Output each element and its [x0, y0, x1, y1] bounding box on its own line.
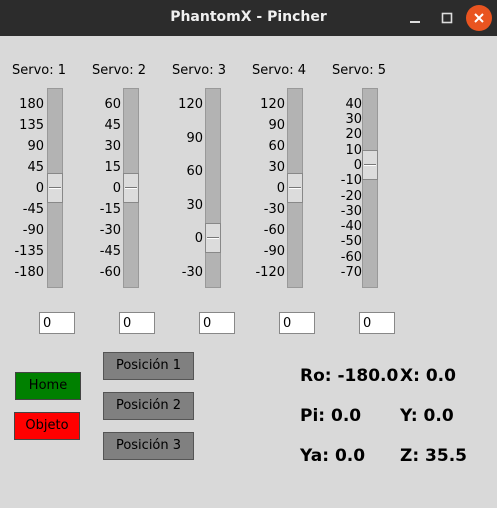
servo-1-label: Servo: 1 — [12, 63, 67, 78]
servo-5-tick: 10 — [345, 143, 362, 158]
servo-5-tick: 40 — [345, 97, 362, 112]
servo-2-tick: 60 — [104, 97, 121, 112]
x-readout: X: 0.0 — [400, 366, 456, 386]
servo-5-tick: -30 — [340, 204, 362, 219]
servo-4-tick: 30 — [268, 160, 285, 175]
title-bar: PhantomX - Pincher — [0, 0, 497, 36]
servo-5-tick: -40 — [340, 219, 362, 234]
maximize-icon — [441, 12, 453, 24]
servo-1-input[interactable] — [39, 312, 75, 334]
servo-5-tick: -50 — [340, 234, 362, 249]
servo-5-tick: -20 — [340, 189, 362, 204]
servo-2-slider[interactable] — [123, 88, 139, 288]
servo-2-tick: 0 — [112, 181, 121, 196]
servo-5-tick: -70 — [340, 265, 362, 280]
servo-2-tick: 45 — [104, 118, 121, 133]
ya-readout: Ya: 0.0 — [300, 446, 366, 466]
close-icon — [474, 13, 484, 23]
servo-1-tick: 0 — [35, 181, 44, 196]
servo-2-tick: -30 — [99, 223, 121, 238]
servo-4-input[interactable] — [279, 312, 315, 334]
servo-4-tick: 120 — [260, 97, 285, 112]
servo-5-slider-handle[interactable] — [362, 150, 378, 180]
position-1-button[interactable]: Posición 1 — [103, 352, 194, 380]
servo-5-tick: 20 — [345, 127, 362, 142]
servo-3-tick: 120 — [178, 97, 203, 112]
servo-2-slider-handle[interactable] — [123, 173, 139, 203]
servo-2-input[interactable] — [119, 312, 155, 334]
servo-5-tick: 30 — [345, 112, 362, 127]
minimize-icon — [410, 21, 420, 23]
servo-1-tick: -90 — [22, 223, 44, 238]
servo-2-tick: 15 — [104, 160, 121, 175]
servo-1-tick: 180 — [19, 97, 44, 112]
servo-1-tick: 90 — [27, 139, 44, 154]
servo-4-slider-handle[interactable] — [287, 173, 303, 203]
servo-2-tick: -45 — [99, 244, 121, 259]
servo-1-tick: -180 — [14, 265, 44, 280]
servo-2-tick: -60 — [99, 265, 121, 280]
objeto-button[interactable]: Objeto — [14, 412, 80, 440]
z-readout: Z: 35.5 — [400, 446, 467, 466]
ro-readout: Ro: -180.0 — [300, 366, 399, 386]
y-readout: Y: 0.0 — [400, 406, 454, 426]
home-button[interactable]: Home — [15, 372, 81, 400]
servo-4-tick: -120 — [255, 265, 285, 280]
servo-4-tick: 60 — [268, 139, 285, 154]
servo-5-tick: -10 — [340, 173, 362, 188]
servo-3-tick: 90 — [186, 131, 203, 146]
servo-1-tick: -135 — [14, 244, 44, 259]
servo-1-tick: 45 — [27, 160, 44, 175]
servo-4-tick: -90 — [263, 244, 285, 259]
servo-4-tick: 90 — [268, 118, 285, 133]
servo-4-slider[interactable] — [287, 88, 303, 288]
pi-readout: Pi: 0.0 — [300, 406, 362, 426]
close-button[interactable] — [466, 5, 492, 31]
position-3-button[interactable]: Posición 3 — [103, 432, 194, 460]
servo-3-label: Servo: 3 — [172, 63, 227, 78]
servo-1-slider-handle[interactable] — [47, 173, 63, 203]
servo-3-tick: 30 — [186, 198, 203, 213]
servo-3-tick: -30 — [181, 265, 203, 280]
servo-3-slider-handle[interactable] — [205, 223, 221, 253]
servo-2-label: Servo: 2 — [92, 63, 147, 78]
minimize-button[interactable] — [403, 6, 427, 30]
servo-4-tick: -30 — [263, 202, 285, 217]
servo-5-tick: -60 — [340, 250, 362, 265]
servo-4-tick: 0 — [276, 181, 285, 196]
servo-5-input[interactable] — [359, 312, 395, 334]
servo-2-tick: -15 — [99, 202, 121, 217]
maximize-button[interactable] — [435, 6, 459, 30]
servo-2-tick: 30 — [104, 139, 121, 154]
servo-1-slider[interactable] — [47, 88, 63, 288]
servo-5-tick: 0 — [353, 158, 362, 173]
servo-4-tick: -60 — [263, 223, 285, 238]
servo-5-label: Servo: 5 — [332, 63, 387, 78]
servo-3-slider[interactable] — [205, 88, 221, 288]
servo-1-tick: -45 — [22, 202, 44, 217]
servo-1-tick: 135 — [19, 118, 44, 133]
position-2-button[interactable]: Posición 2 — [103, 392, 194, 420]
servo-3-tick: 60 — [186, 164, 203, 179]
servo-5-slider[interactable] — [362, 88, 378, 288]
servo-4-label: Servo: 4 — [252, 63, 307, 78]
servo-3-tick: 0 — [194, 231, 203, 246]
servo-3-input[interactable] — [199, 312, 235, 334]
